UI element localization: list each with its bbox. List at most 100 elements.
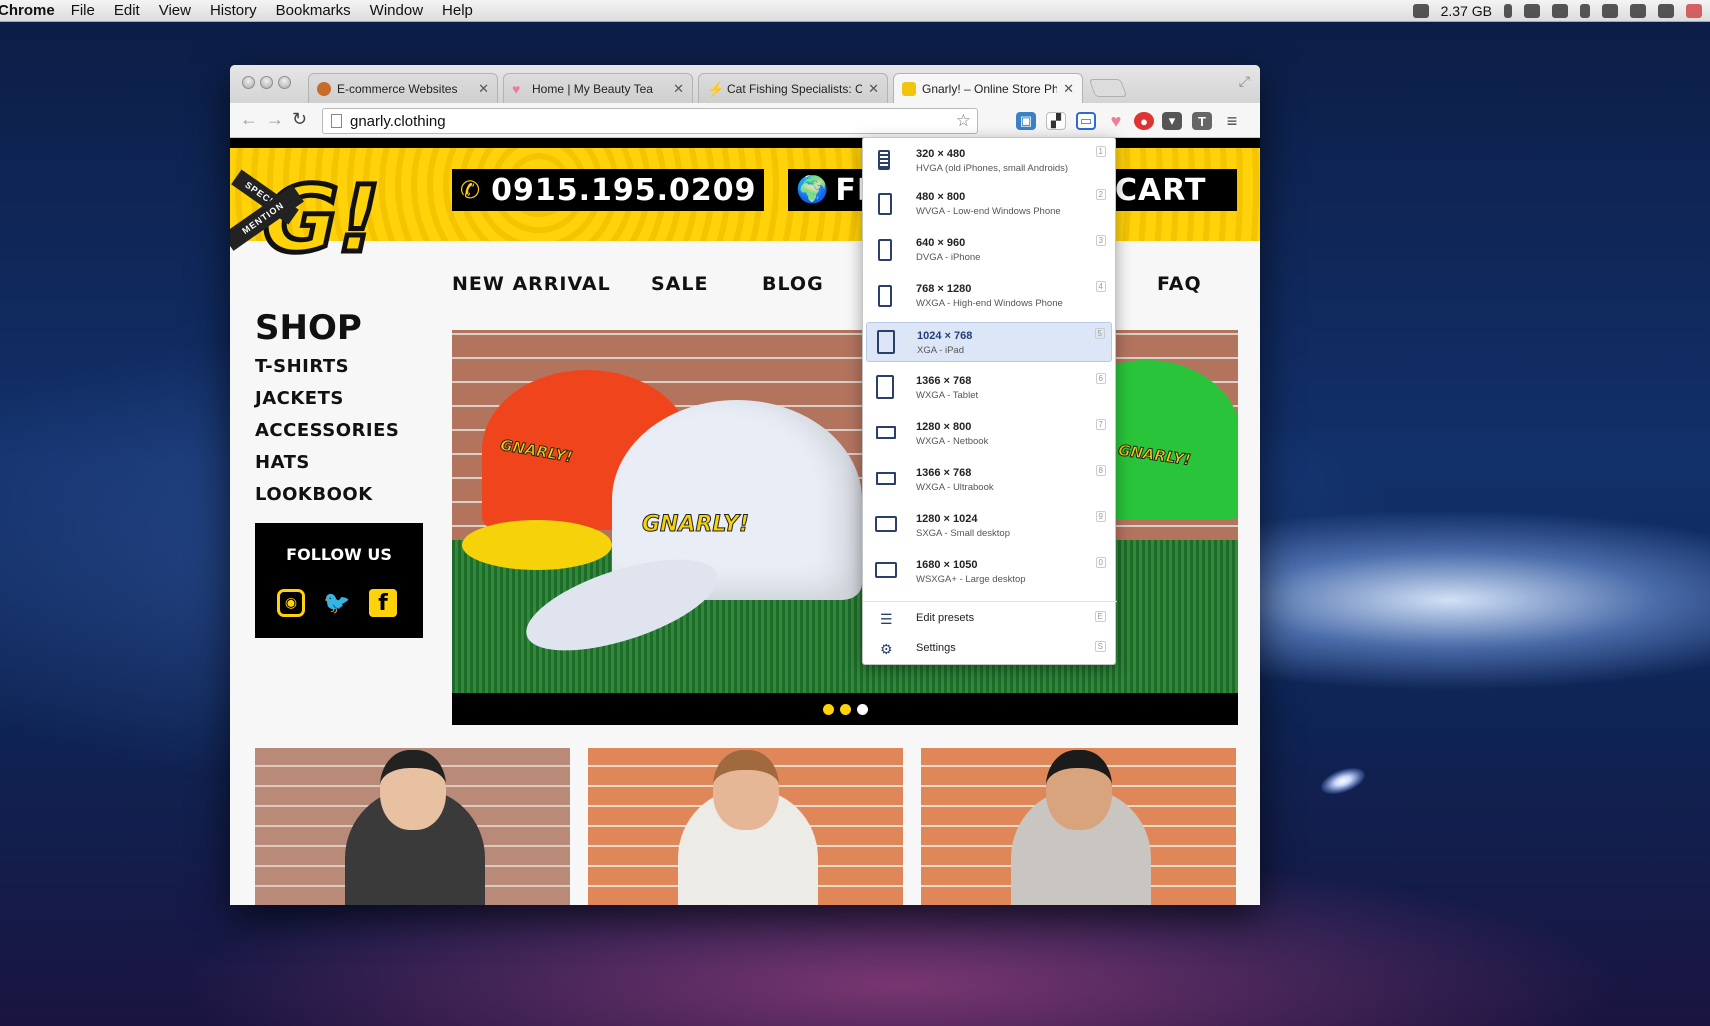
checker-extension-icon[interactable]: ▞ [1046, 112, 1066, 130]
settings-item[interactable]: ⚙ Settings S [866, 635, 1112, 663]
sync-icon[interactable] [1552, 4, 1568, 18]
menu-help[interactable]: Help [442, 2, 473, 19]
hero-slider-image[interactable]: GNARLY! GNARLY! GNARLY! [452, 330, 1238, 693]
shop-link-jackets[interactable]: JACKETS [255, 388, 344, 409]
tab-ecommerce-websites[interactable]: E-commerce Websites ✕ [308, 73, 498, 103]
preset-1280x1024[interactable]: 1280 × 1024 SXGA - Small desktop 9 [866, 506, 1112, 546]
preset-shortcut: 2 [1095, 189, 1106, 200]
tab-gnarly-active[interactable]: Gnarly! – Online Store Phil ✕ [893, 73, 1083, 104]
galaxy-decoration [1317, 762, 1369, 800]
memory-readout[interactable]: 2.37 GB [1441, 3, 1492, 19]
preset-description: DVGA - iPhone [916, 252, 981, 263]
time-machine-icon[interactable] [1602, 4, 1618, 18]
preset-description: WXGA - Ultrabook [916, 482, 994, 493]
text-extension-icon[interactable]: T [1192, 112, 1212, 130]
reload-icon[interactable]: ↻ [292, 109, 307, 130]
close-icon[interactable]: ✕ [868, 81, 879, 97]
preset-480x800[interactable]: 480 × 800 WVGA - Low-end Windows Phone 2 [866, 184, 1112, 224]
heart-extension-icon[interactable]: ♥ [1106, 111, 1126, 131]
shop-link-accessories[interactable]: ACCESSORIES [255, 420, 399, 441]
shop-link-hats[interactable]: HATS [255, 452, 310, 473]
phone-box[interactable]: ✆ 0915.195.0209 [452, 169, 764, 211]
preset-1680x1050[interactable]: 1680 × 1050 WSXGA+ - Large desktop 0 [866, 552, 1112, 592]
close-window-button[interactable] [242, 76, 255, 89]
hero-cap-logo: GNARLY! [642, 512, 750, 538]
tablet-icon [876, 375, 894, 399]
app-menu[interactable]: Chrome [0, 2, 55, 19]
pocket-extension-icon[interactable]: ▾ [1162, 112, 1182, 130]
volume-icon[interactable] [1630, 4, 1646, 18]
preset-1366x768-ultrabook[interactable]: 1366 × 768 WXGA - Ultrabook 8 [866, 460, 1112, 500]
slider-dot-2[interactable] [840, 704, 851, 715]
slider-controls [452, 693, 1238, 725]
zoom-window-button[interactable] [278, 76, 291, 89]
bluetooth-icon[interactable] [1580, 4, 1590, 18]
preset-description: WXGA - Netbook [916, 436, 989, 447]
slider-dot-3-active[interactable] [857, 704, 868, 715]
preset-1280x800[interactable]: 1280 × 800 WXGA - Netbook 7 [866, 414, 1112, 454]
nav-blog[interactable]: BLOG [762, 273, 824, 295]
cloud-icon[interactable] [1412, 4, 1429, 18]
nav-faq[interactable]: FAQ [1157, 273, 1202, 295]
menu-bookmarks[interactable]: Bookmarks [276, 2, 351, 19]
tablet-icon [877, 330, 895, 354]
preset-320x480[interactable]: 320 × 480 HVGA (old iPhones, small Andro… [866, 141, 1112, 181]
preset-768x1280[interactable]: 768 × 1280 WXGA - High-end Windows Phone… [866, 276, 1112, 316]
window-resizer-dropdown: 320 × 480 HVGA (old iPhones, small Andro… [862, 137, 1117, 665]
wifi-icon[interactable] [1658, 4, 1674, 18]
edit-presets-item[interactable]: ☰ Edit presets E [866, 605, 1112, 633]
shop-link-lookbook[interactable]: LOOKBOOK [255, 484, 373, 505]
nav-sale[interactable]: SALE [651, 273, 708, 295]
menu-view[interactable]: View [159, 2, 191, 19]
drive-icon[interactable] [1524, 4, 1540, 18]
product-card-tshirt[interactable] [255, 748, 570, 905]
preset-shortcut: 8 [1095, 465, 1106, 476]
heart-favicon-icon: ♥ [512, 80, 521, 97]
tab-my-beauty-tea[interactable]: ♥ Home | My Beauty Tea ✕ [503, 73, 693, 103]
chevron-icon[interactable] [1504, 4, 1512, 18]
screenshot-extension-icon[interactable]: ▣ [1016, 112, 1036, 130]
close-icon[interactable]: ✕ [1063, 81, 1074, 97]
adblock-extension-icon[interactable]: ● [1134, 112, 1154, 130]
window-resizer-icon[interactable]: ▭ [1076, 112, 1096, 130]
forward-icon[interactable]: → [266, 109, 284, 130]
url-text[interactable]: gnarly.clothing [350, 113, 446, 130]
free-shipping-box[interactable]: 🌍 FR [788, 169, 880, 211]
twitter-icon[interactable]: 🐦 [323, 589, 351, 617]
preset-description: WXGA - Tablet [916, 390, 979, 401]
close-icon[interactable]: ✕ [478, 81, 489, 97]
flag-icon[interactable] [1686, 4, 1702, 18]
slider-dot-1[interactable] [823, 704, 834, 715]
tab-cat-fishing[interactable]: ⚡ Cat Fishing Specialists: Ca ✕ [698, 73, 888, 103]
menu-window[interactable]: Window [370, 2, 423, 19]
laptop-icon [876, 472, 896, 485]
phone-icon [878, 239, 892, 261]
desktop-monitor-icon [875, 562, 897, 578]
new-tab-button[interactable] [1088, 79, 1128, 97]
preset-1366x768-tablet[interactable]: 1366 × 768 WXGA - Tablet 6 [866, 368, 1112, 408]
shop-heading: SHOP [255, 308, 362, 348]
gnarly-logo[interactable]: G! SPECIAL MENTION [230, 164, 393, 278]
preset-640x960[interactable]: 640 × 960 DVGA - iPhone 3 [866, 230, 1112, 270]
bookmark-star-icon[interactable]: ☆ [956, 111, 971, 131]
fullscreen-icon[interactable]: ⤢ [1239, 73, 1250, 90]
menu-file[interactable]: File [71, 2, 95, 19]
facebook-icon[interactable]: f [369, 589, 397, 617]
address-bar[interactable]: gnarly.clothing ☆ [322, 108, 978, 134]
menu-bar: Chrome File Edit View History Bookmarks … [0, 0, 1710, 22]
chrome-menu-icon[interactable]: ≡ [1222, 111, 1242, 131]
product-card-hoodie-grey[interactable] [921, 748, 1236, 905]
instagram-icon[interactable]: ◉ [277, 589, 305, 617]
preset-description: WVGA - Low-end Windows Phone [916, 206, 1061, 217]
phone-icon: ✆ [460, 176, 482, 204]
nav-new-arrival[interactable]: NEW ARRIVAL [452, 273, 611, 295]
menu-edit[interactable]: Edit [114, 2, 140, 19]
shop-link-tshirts[interactable]: T-SHIRTS [255, 356, 349, 377]
menu-history[interactable]: History [210, 2, 257, 19]
back-icon[interactable]: ← [240, 109, 258, 130]
minimize-window-button[interactable] [260, 76, 273, 89]
product-card-hoodie-white[interactable] [588, 748, 903, 905]
preset-1024x768-selected[interactable]: 1024 × 768 XGA - iPad 5 [866, 322, 1112, 362]
close-icon[interactable]: ✕ [673, 81, 684, 97]
phone-icon [878, 193, 892, 215]
